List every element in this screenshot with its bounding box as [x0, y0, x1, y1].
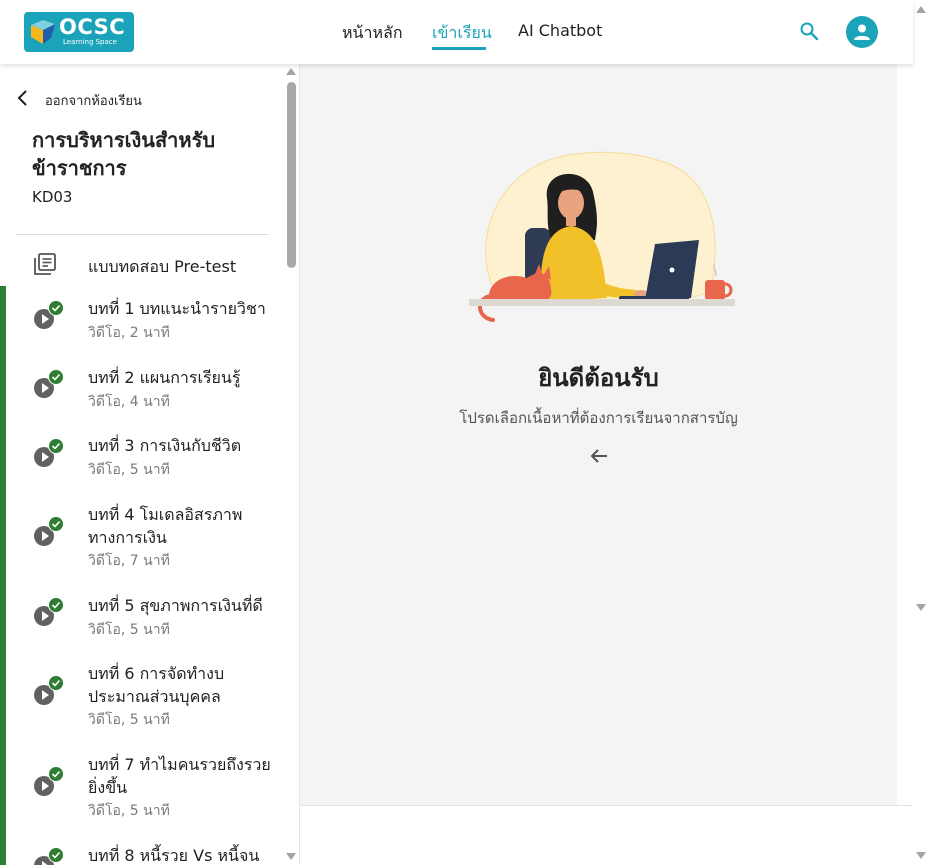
top-header: OCSC Learning Space หน้าหลัก เข้าเรียน A…	[0, 0, 913, 64]
divider	[16, 234, 269, 235]
active-nav-indicator	[432, 47, 486, 50]
nav-learn[interactable]: เข้าเรียน	[432, 21, 492, 46]
welcome-title: ยินดีต้อนรับ	[538, 364, 659, 392]
lesson-item[interactable]: บทที่ 3 การเงินกับชีวิต วิดีโอ, 5 นาที	[0, 434, 284, 490]
main-content: ยินดีต้อนรับ โปรดเลือกเนื้อหาที่ต้องการเ…	[300, 64, 897, 805]
lesson-meta: วิดีโอ, 5 นาที	[88, 622, 170, 638]
footer-area	[300, 805, 913, 866]
window-scrollbar[interactable]	[913, 0, 929, 865]
lesson-title: บทที่ 6 การจัดทำงบประมาณส่วนบุคคล	[88, 664, 225, 706]
quiz-icon	[34, 253, 56, 275]
lesson-title: บทที่ 3 การเงินกับชีวิต	[88, 436, 242, 455]
lesson-title: บทที่ 4 โมเดลอิสรภาพทางการเงิน	[88, 505, 243, 547]
lesson-title: บทที่ 8 หนี้รวย Vs หนี้จน	[88, 846, 260, 865]
scroll-up-icon[interactable]	[286, 68, 296, 75]
welcome-subtitle: โปรดเลือกเนื้อหาที่ต้องการเรียนจากสารบัญ	[459, 409, 738, 427]
course-title: การบริหารเงินสำหรับข้าราชการ	[32, 128, 216, 180]
check-icon	[48, 369, 64, 385]
check-icon	[48, 300, 64, 316]
lesson-title: บทที่ 7 ทำไมคนรวยถึงรวยยิ่งขึ้น	[88, 755, 271, 797]
logo-text: OCSC	[59, 15, 126, 39]
lesson-meta: วิดีโอ, 5 นาที	[88, 462, 170, 478]
lesson-item[interactable]: บทที่ 4 โมเดลอิสรภาพทางการเงิน วิดีโอ, 7…	[0, 503, 284, 583]
scroll-down-icon[interactable]	[916, 852, 926, 859]
leave-classroom-label: ออกจากห้องเรียน	[45, 94, 142, 109]
course-code: KD03	[32, 188, 73, 206]
lesson-item[interactable]: บทที่ 8 หนี้รวย Vs หนี้จน	[0, 844, 284, 865]
chevron-left-icon	[17, 90, 27, 106]
welcome-illustration	[469, 151, 735, 322]
scroll-down-icon[interactable]	[916, 604, 926, 611]
user-icon	[854, 24, 870, 40]
scrollbar-thumb[interactable]	[287, 82, 296, 268]
lesson-meta: วิดีโอ, 4 นาที	[88, 394, 170, 410]
lesson-title: บทที่ 5 สุขภาพการเงินที่ดี	[88, 596, 263, 615]
lesson-item[interactable]: บทที่ 5 สุขภาพการเงินที่ดี วิดีโอ, 5 นาท…	[0, 594, 284, 650]
lesson-item[interactable]: บทที่ 7 ทำไมคนรวยถึงรวยยิ่งขึ้น วิดีโอ, …	[0, 753, 284, 833]
lesson-title: บทที่ 2 แผนการเรียนรู้	[88, 368, 241, 387]
check-icon	[48, 847, 64, 863]
lesson-meta: วิดีโอ, 5 นาที	[88, 803, 170, 819]
logo-subtext: Learning Space	[63, 38, 117, 46]
lesson-item[interactable]: บทที่ 1 บทแนะนำรายวิชา วิดีโอ, 2 นาที	[0, 297, 284, 353]
nav-ai-chatbot[interactable]: AI Chatbot	[518, 21, 602, 40]
check-icon	[48, 597, 64, 613]
sidebar-scrollbar[interactable]	[284, 64, 299, 865]
pretest-item[interactable]: แบบทดสอบ Pre-test	[0, 250, 284, 280]
lesson-title: บทที่ 1 บทแนะนำรายวิชา	[88, 299, 266, 318]
course-sidebar: ออกจากห้องเรียน การบริหารเงินสำหรับข้ารา…	[0, 64, 300, 865]
scroll-down-icon[interactable]	[286, 853, 296, 860]
check-icon	[48, 675, 64, 691]
lesson-meta: วิดีโอ, 5 นาที	[88, 712, 170, 728]
arrow-left-icon[interactable]	[589, 446, 609, 470]
scroll-up-icon[interactable]	[916, 6, 926, 13]
check-icon	[48, 438, 64, 454]
ocsc-logo[interactable]: OCSC Learning Space	[24, 12, 134, 52]
check-icon	[48, 766, 64, 782]
check-icon	[48, 516, 64, 532]
lesson-meta: วิดีโอ, 2 นาที	[88, 325, 170, 341]
lesson-meta: วิดีโอ, 7 นาที	[88, 553, 170, 569]
search-icon[interactable]	[799, 21, 819, 45]
pretest-label: แบบทดสอบ Pre-test	[88, 257, 237, 276]
lesson-item[interactable]: บทที่ 2 แผนการเรียนรู้ วิดีโอ, 4 นาที	[0, 366, 284, 422]
lesson-item[interactable]: บทที่ 6 การจัดทำงบประมาณส่วนบุคคล วิดีโอ…	[0, 662, 284, 742]
nav-home[interactable]: หน้าหลัก	[342, 21, 403, 46]
user-avatar-button[interactable]	[846, 16, 878, 48]
